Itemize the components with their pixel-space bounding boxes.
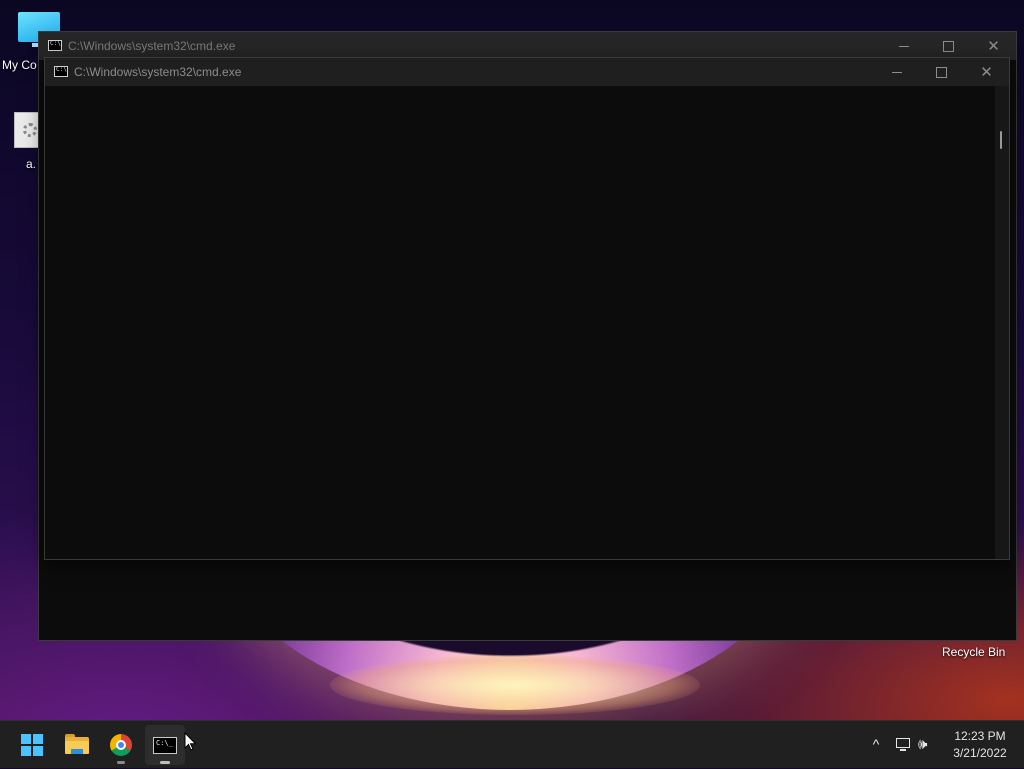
network-icon[interactable] [894, 735, 914, 755]
maximize-button[interactable] [919, 58, 964, 86]
taskbar: C:\_ ^ 🕪 12:23 PM 3/21/2022 [0, 720, 1024, 768]
clock-time: 12:23 PM [954, 729, 1006, 743]
mouse-cursor-icon [184, 732, 197, 751]
active-indicator [160, 761, 170, 764]
minimize-button[interactable] [881, 32, 926, 60]
maximize-icon [936, 67, 947, 78]
close-button[interactable]: ✕ [971, 32, 1016, 60]
volume-icon[interactable]: 🕪 [918, 735, 940, 755]
cmd-icon [54, 66, 68, 77]
title-bar[interactable]: C:\Windows\system32\cmd.exe ✕ [45, 58, 1009, 86]
close-icon: ✕ [980, 63, 993, 81]
desktop-icon-recycle-bin[interactable]: Recycle Bin [942, 645, 1022, 665]
cmd-icon [48, 40, 62, 51]
wallpaper-glow [330, 655, 700, 715]
system-clock[interactable]: 12:23 PM 3/21/2022 [944, 721, 1016, 769]
scrollbar-thumb[interactable] [1000, 131, 1002, 149]
close-button[interactable]: ✕ [964, 58, 1009, 86]
taskbar-cmd-button[interactable]: C:\_ [145, 725, 185, 765]
maximize-icon [943, 41, 954, 52]
minimize-icon [891, 72, 902, 73]
close-icon: ✕ [987, 37, 1000, 55]
taskbar-chrome-button[interactable] [101, 725, 141, 765]
gear-icon [23, 123, 37, 137]
running-indicator [117, 761, 125, 764]
window-title: C:\Windows\system32\cmd.exe [68, 39, 236, 53]
desktop-icon-label: My Co [2, 58, 37, 72]
desktop-icon-label: Recycle Bin [942, 645, 1006, 659]
clock-date: 3/21/2022 [953, 746, 1007, 760]
start-button[interactable] [12, 725, 52, 765]
title-bar[interactable]: C:\Windows\system32\cmd.exe ✕ [39, 32, 1016, 60]
console-area[interactable] [45, 86, 1009, 559]
show-hidden-icons-chevron-icon[interactable]: ^ [866, 734, 886, 754]
vertical-scrollbar[interactable] [995, 86, 1009, 559]
cmd-icon: C:\_ [153, 737, 177, 754]
minimize-button[interactable] [874, 58, 919, 86]
taskbar-file-explorer-button[interactable] [57, 725, 97, 765]
desktop-icon-label: a. [26, 157, 37, 171]
minimize-icon [898, 46, 909, 47]
maximize-button[interactable] [926, 32, 971, 60]
cmd-window-front[interactable]: C:\Windows\system32\cmd.exe ✕ [44, 57, 1010, 560]
window-title: C:\Windows\system32\cmd.exe [74, 65, 242, 79]
